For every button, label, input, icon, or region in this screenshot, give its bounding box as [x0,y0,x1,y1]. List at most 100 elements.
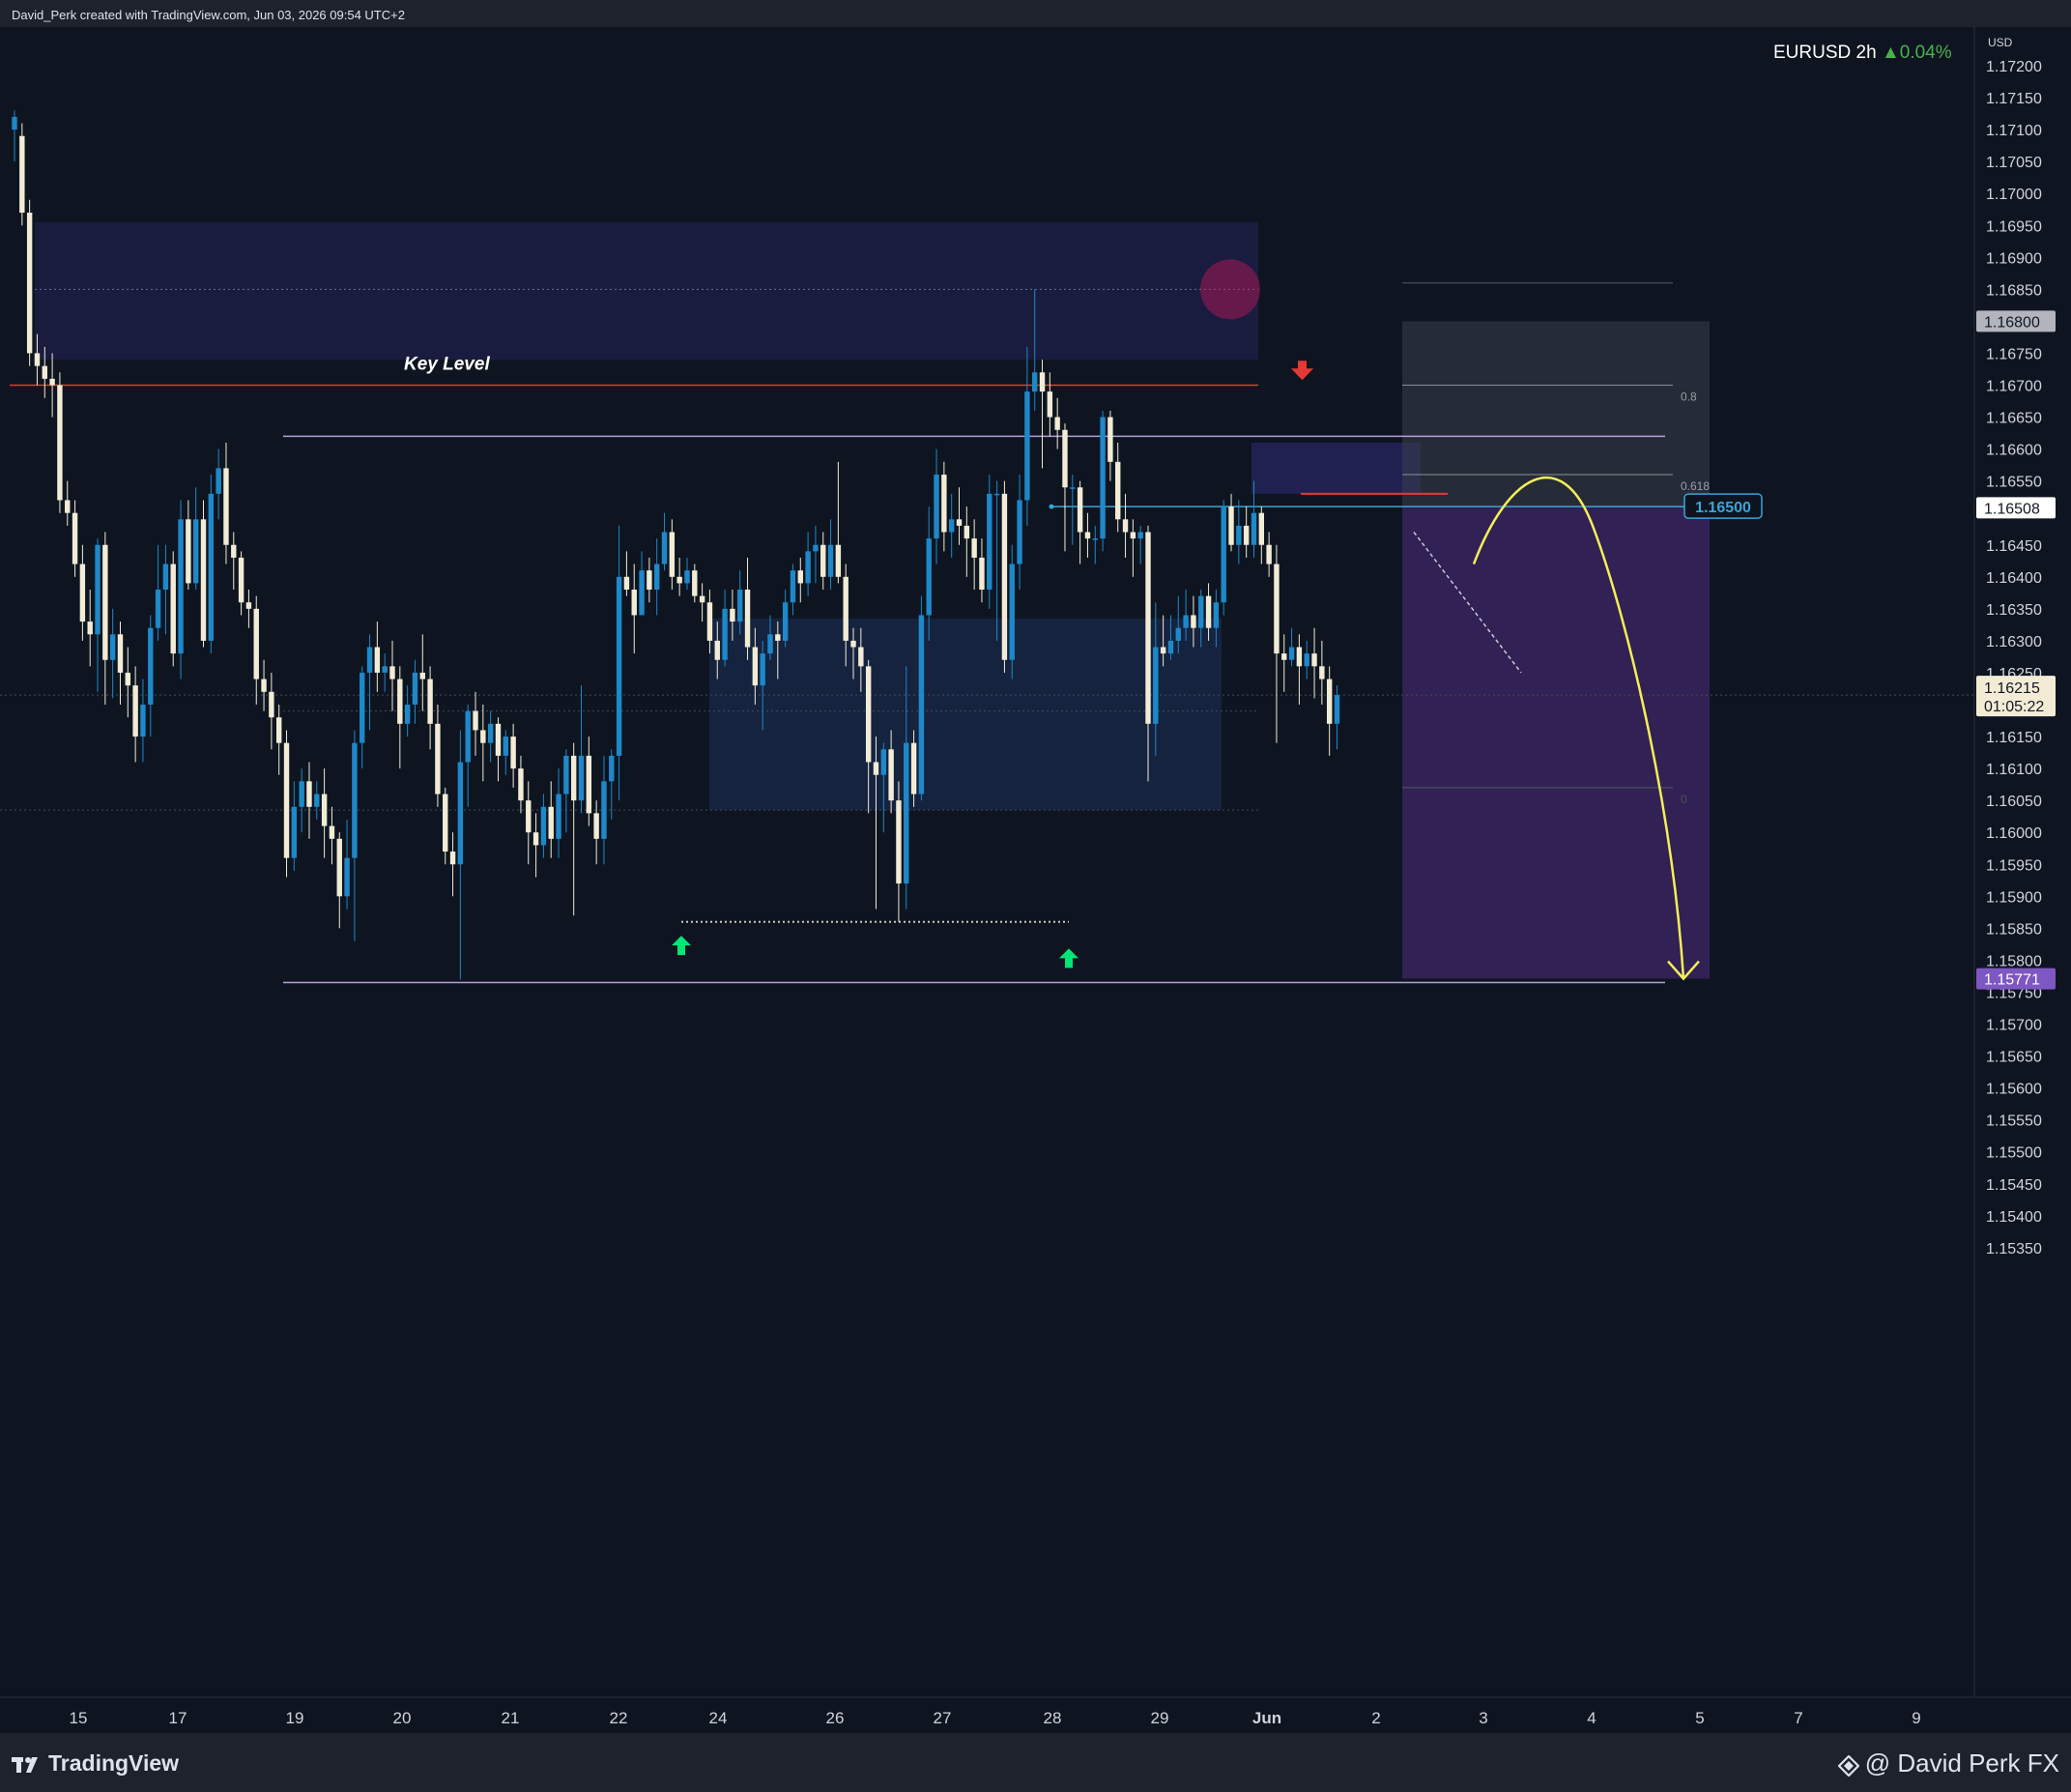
candle-body [910,742,917,795]
candle-body [1213,602,1220,628]
tradingview-brand[interactable]: TradingView [12,1750,179,1777]
candle-body [1266,544,1272,564]
candle-body [1009,564,1015,660]
candle-body [1205,595,1212,628]
candle [1107,410,1113,481]
candle [443,787,448,865]
chart-area[interactable]: 0.8 0.618 0 Key Level 1.16500 1.17200 1.17150 1… [0,27,2071,1733]
price-change: ▲0.04% [1881,43,1952,63]
brand-text: TradingView [48,1750,180,1776]
candle-body [321,794,328,826]
candle [540,794,547,858]
price-tick-label: 1.17150 [1986,91,2042,107]
price-tick-label: 1.15700 [1986,1018,2042,1034]
price-tick-label: 1.16750 [1986,346,2042,362]
candle-body [1001,493,1008,660]
price-tick-label: 1.15500 [1986,1145,2042,1162]
candle [563,749,569,833]
candle-body [261,679,267,692]
candle [548,781,554,858]
candle-body [904,742,909,884]
time-tick-label: 26 [826,1709,845,1727]
candle-body [1017,500,1022,564]
attribution-text: David_Perk created with TradingView.com,… [12,8,405,22]
candle [162,544,169,635]
candle [449,832,456,897]
price-tick-label: 1.15650 [1986,1050,2042,1066]
candle-body [1084,532,1091,539]
time-tick-label: 29 [1151,1709,1169,1727]
candle-body [1288,647,1295,660]
candle-body [510,737,516,769]
candle-body [200,519,207,641]
candle [873,737,879,910]
candle-body [87,621,93,635]
candle-body [993,493,1000,496]
candle-body [283,742,290,858]
candle-body [926,538,932,616]
candle-body [1296,647,1303,667]
candle [1304,640,1309,679]
candle-body [526,800,532,833]
candle-body [352,742,358,858]
candle-body [1130,532,1136,539]
candle [299,768,304,833]
candle [1024,346,1030,526]
price-tick-label: 1.17100 [1986,123,2042,139]
candle-body [730,608,735,622]
candle-body [117,634,124,673]
candle [1258,506,1264,564]
author-text: @ David Perk FX [1864,1749,2059,1778]
price-chart-svg[interactable]: 0.8 0.618 0 Key Level 1.16500 1.17200 1.17150 1… [0,27,2071,1733]
price-tick-label: 1.16850 [1986,282,2042,299]
candle [49,353,55,418]
candle-body [1175,627,1181,641]
candle-body [692,570,698,596]
candle [269,672,274,750]
buy-arrow-icon [672,936,691,956]
candle-body [245,602,252,609]
candle-body [186,519,191,584]
candle-body [299,781,304,807]
candle [896,781,902,922]
candle [744,557,751,660]
price-tick-label: 1.16450 [1986,538,2042,555]
target-badge-text: 1.15771 [1984,972,2040,989]
candle-body [858,647,864,667]
candle-body [26,213,33,354]
time-tick-label: 21 [502,1709,520,1727]
time-tick-label: 19 [286,1709,304,1727]
candle [941,461,947,552]
candle [72,500,78,577]
upper-grey-badge: 1.16800 [1976,310,2056,332]
candle-body [570,755,577,801]
candle-body [1032,372,1038,392]
author-credit: @ David Perk FX [1837,1749,2059,1778]
symbol-legend[interactable]: EURUSD 2h ▲0.04% [1773,43,1952,64]
candle-body [948,519,955,533]
candle [79,544,86,641]
candle-body [532,832,539,846]
candle-body [57,385,63,501]
candle [1274,544,1280,743]
supply-zone [35,221,1258,361]
candle-body [934,475,939,539]
candle [412,659,418,724]
candle-body [412,672,418,705]
candle-body [1100,417,1106,539]
candle [480,705,486,782]
candle [109,608,116,699]
candle-body [216,468,221,494]
price-tick-label: 1.15600 [1986,1082,2042,1098]
time-tick-label: 27 [934,1709,952,1727]
candle-body [102,544,108,660]
candle-body [623,576,630,591]
candle [140,679,146,763]
time-tick-label: 3 [1479,1709,1487,1727]
candle [1092,525,1098,564]
candle-body [336,838,342,897]
candle-body [1122,519,1129,533]
candle [170,551,176,667]
candle-body [276,717,282,743]
candle-body [269,691,274,718]
